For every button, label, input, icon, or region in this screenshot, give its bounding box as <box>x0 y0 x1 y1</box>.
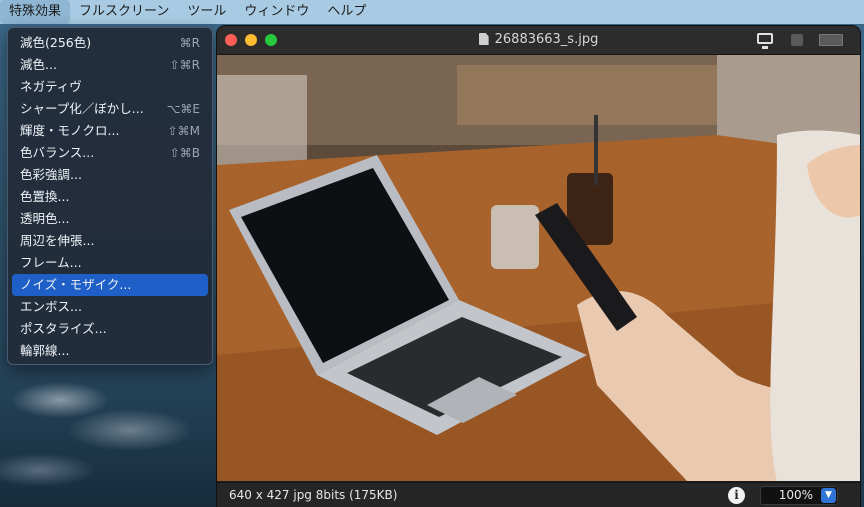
document-icon <box>478 33 489 45</box>
menubar: 特殊効果 フルスクリーン ツール ウィンドウ ヘルプ <box>0 0 864 24</box>
title-bar[interactable]: 26883663_s.jpg <box>217 26 860 55</box>
menu-item-reduce-colors[interactable]: 減色... ⇧⌘R <box>12 54 208 76</box>
menu-item-negative[interactable]: ネガティヴ <box>12 76 208 98</box>
menu-item-brightness-mono[interactable]: 輝度・モノクロ... ⇧⌘M <box>12 120 208 142</box>
shortcut: ⇧⌘B <box>169 146 200 160</box>
monitor-icon[interactable] <box>757 33 773 49</box>
square-icon[interactable] <box>791 34 803 46</box>
status-bar: 640 x 427 jpg 8bits (175KB) i 100% ▼ <box>217 482 860 507</box>
image-info: 640 x 427 jpg 8bits (175KB) <box>229 488 398 502</box>
menu-item-noise-mosaic[interactable]: ノイズ・モザイク... <box>12 274 208 296</box>
image-canvas[interactable] <box>217 55 860 481</box>
menu-item-color-replace[interactable]: 色置換... <box>12 186 208 208</box>
menu-item-frame[interactable]: フレーム... <box>12 252 208 274</box>
image-viewer-window: 26883663_s.jpg 640 x 427 jpg 8bits (175K… <box>217 26 860 507</box>
menu-item-posterize[interactable]: ポスタライズ... <box>12 318 208 340</box>
menu-item-transparent-color[interactable]: 透明色... <box>12 208 208 230</box>
menu-effects[interactable]: 特殊効果 <box>0 0 71 24</box>
photo-laptop-phone <box>217 55 860 481</box>
info-icon[interactable]: i <box>728 487 745 504</box>
menu-item-color-balance[interactable]: 色バランス... ⇧⌘B <box>12 142 208 164</box>
menu-item-color-enhance[interactable]: 色彩強調... <box>12 164 208 186</box>
shortcut: ⇧⌘R <box>169 58 200 72</box>
menu-item-reduce-colors-256[interactable]: 減色(256色) ⌘R <box>12 32 208 54</box>
zoom-value: 100% <box>778 488 813 502</box>
menu-item-sharpen-blur[interactable]: シャープ化／ぼかし... ⌥⌘E <box>12 98 208 120</box>
shortcut: ⇧⌘M <box>167 124 200 138</box>
shortcut: ⌥⌘E <box>166 102 200 116</box>
menu-fullscreen[interactable]: フルスクリーン <box>70 0 178 24</box>
fit-window-icon[interactable] <box>819 34 843 46</box>
menu-item-outline[interactable]: 輪郭線... <box>12 340 208 362</box>
menu-tools[interactable]: ツール <box>178 0 235 24</box>
desktop-background <box>0 360 220 507</box>
menu-window[interactable]: ウィンドウ <box>235 0 318 24</box>
zoom-select[interactable]: 100% ▼ <box>760 486 838 505</box>
effects-dropdown-menu: 減色(256色) ⌘R 減色... ⇧⌘R ネガティヴ シャープ化／ぼかし... ⌥⌘… <box>7 27 213 365</box>
menu-item-emboss[interactable]: エンボス... <box>12 296 208 318</box>
shortcut: ⌘R <box>179 36 200 50</box>
menu-help[interactable]: ヘルプ <box>318 0 375 24</box>
chevron-down-icon[interactable]: ▼ <box>821 488 836 503</box>
menu-item-extend-edges[interactable]: 周辺を伸張... <box>12 230 208 252</box>
